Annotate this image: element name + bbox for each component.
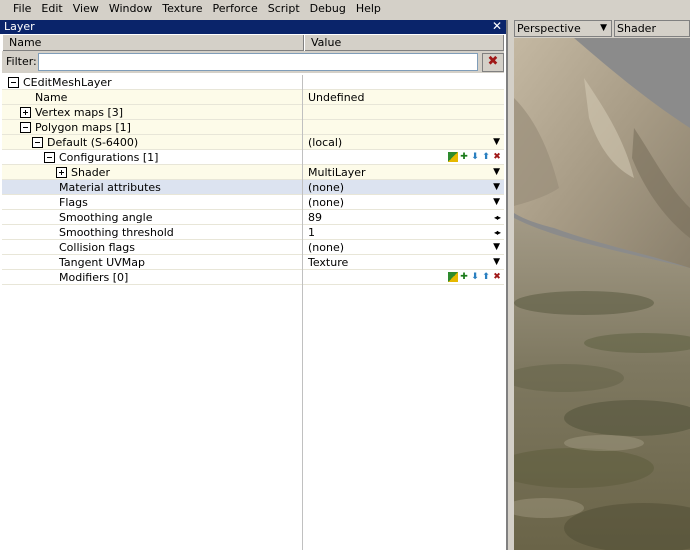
tree-row-smoothing-angle[interactable]: Smoothing angle 89 ◂▸	[2, 210, 504, 225]
row-label: Tangent UVMap	[59, 256, 145, 269]
row-label: Polygon maps [1]	[35, 121, 131, 134]
dropdown-arrow-icon[interactable]: ▼	[493, 240, 500, 255]
viewport-scene[interactable]	[514, 38, 690, 550]
row-label: Smoothing threshold	[59, 226, 174, 239]
dropdown-arrow-icon[interactable]: ▼	[493, 135, 500, 150]
row-label: CEditMeshLayer	[23, 76, 112, 89]
clear-filter-button[interactable]: ✖	[482, 53, 504, 72]
spinner-icon[interactable]: ◂▸	[494, 210, 501, 225]
row-label: Name	[35, 91, 68, 104]
viewport-header: Perspective ▼ Shader	[512, 18, 690, 38]
panel-titlebar: Layer ✕	[0, 20, 506, 34]
filter-label: Filter:	[6, 55, 37, 68]
menu-help[interactable]: Help	[351, 0, 386, 18]
material-value[interactable]: (none)	[308, 180, 344, 195]
filter-row: Filter: ✖	[2, 51, 504, 73]
default-map-value[interactable]: (local)	[308, 135, 342, 150]
dropdown-arrow-icon[interactable]: ▼	[493, 195, 500, 210]
tree-row-root[interactable]: CEditMeshLayer	[2, 75, 504, 90]
move-down-icon[interactable]: ⬇	[470, 272, 480, 282]
expand-icon[interactable]	[20, 107, 31, 118]
terrain-render	[514, 38, 690, 550]
add-icon[interactable]: ✚	[459, 152, 469, 162]
tree-row-collision-flags[interactable]: Collision flags (none) ▼	[2, 240, 504, 255]
tangent-uvmap-value[interactable]: Texture	[308, 255, 348, 270]
tree-row-smoothing-threshold[interactable]: Smoothing threshold 1 ◂▸	[2, 225, 504, 240]
tree-row-default-map[interactable]: Default (S-6400) (local) ▼	[2, 135, 504, 150]
delete-icon[interactable]: ✖	[492, 152, 502, 162]
smoothing-angle-value[interactable]: 89	[308, 210, 322, 225]
panel-title: Layer	[4, 20, 35, 33]
expand-icon[interactable]	[56, 167, 67, 178]
menu-perforce[interactable]: Perforce	[208, 0, 263, 18]
dropdown-arrow-icon[interactable]: ▼	[493, 165, 500, 180]
array-tools: ✚ ⬇ ⬆ ✖	[448, 152, 502, 163]
copy-icon[interactable]	[448, 272, 458, 282]
row-label: Modifiers [0]	[59, 271, 129, 284]
row-label: Material attributes	[59, 181, 161, 194]
row-label: Configurations [1]	[59, 151, 159, 164]
row-label: Smoothing angle	[59, 211, 153, 224]
tree-row-name[interactable]: Name Undefined	[2, 90, 504, 105]
add-icon[interactable]: ✚	[459, 272, 469, 282]
menubar: File Edit View Window Texture Perforce S…	[0, 0, 690, 18]
property-tree: CEditMeshLayer Name Undefined Vertex map…	[2, 75, 504, 550]
render-mode-select[interactable]: Shader	[614, 20, 690, 37]
filter-input[interactable]	[38, 53, 478, 71]
dropdown-arrow-icon[interactable]: ▼	[493, 180, 500, 195]
menu-script[interactable]: Script	[263, 0, 305, 18]
camera-select[interactable]: Perspective ▼	[514, 20, 612, 37]
tree-row-material-attributes[interactable]: Material attributes (none) ▼	[2, 180, 504, 195]
tree-row-vertex-maps[interactable]: Vertex maps [3]	[2, 105, 504, 120]
viewport-panel: Perspective ▼ Shader	[512, 18, 690, 550]
menu-file[interactable]: File	[8, 0, 36, 18]
menu-edit[interactable]: Edit	[36, 0, 67, 18]
move-down-icon[interactable]: ⬇	[470, 152, 480, 162]
collapse-icon[interactable]	[8, 77, 19, 88]
close-icon[interactable]: ✕	[492, 20, 502, 34]
move-up-icon[interactable]: ⬆	[481, 272, 491, 282]
tree-row-configurations[interactable]: Configurations [1] ✚ ⬇ ⬆ ✖	[2, 150, 504, 165]
column-divider	[302, 75, 303, 550]
column-value-header[interactable]: Value	[304, 35, 504, 51]
tree-row-shader[interactable]: Shader MultiLayer ▼	[2, 165, 504, 180]
column-name-header[interactable]: Name	[2, 35, 304, 51]
move-up-icon[interactable]: ⬆	[481, 152, 491, 162]
collapse-icon[interactable]	[44, 152, 55, 163]
array-tools: ✚ ⬇ ⬆ ✖	[448, 272, 502, 283]
menu-window[interactable]: Window	[104, 0, 157, 18]
camera-select-value: Perspective	[517, 22, 581, 35]
dropdown-arrow-icon: ▼	[600, 23, 607, 33]
row-label: Vertex maps [3]	[35, 106, 124, 119]
flags-value[interactable]: (none)	[308, 195, 344, 210]
menu-view[interactable]: View	[68, 0, 104, 18]
tree-row-modifiers[interactable]: Modifiers [0] ✚ ⬇ ⬆ ✖	[2, 270, 504, 285]
collapse-icon[interactable]	[32, 137, 43, 148]
row-label: Flags	[59, 196, 88, 209]
copy-icon[interactable]	[448, 152, 458, 162]
tree-row-polygon-maps[interactable]: Polygon maps [1]	[2, 120, 504, 135]
tree-row-tangent-uvmap[interactable]: Tangent UVMap Texture ▼	[2, 255, 504, 270]
tree-row-flags[interactable]: Flags (none) ▼	[2, 195, 504, 210]
row-label: Collision flags	[59, 241, 135, 254]
smoothing-threshold-value[interactable]: 1	[308, 225, 315, 240]
collision-flags-value[interactable]: (none)	[308, 240, 344, 255]
name-value[interactable]: Undefined	[308, 90, 364, 105]
collapse-icon[interactable]	[20, 122, 31, 133]
delete-icon[interactable]: ✖	[492, 272, 502, 282]
shader-value[interactable]: MultiLayer	[308, 165, 366, 180]
spinner-icon[interactable]: ◂▸	[494, 225, 501, 240]
menu-texture[interactable]: Texture	[157, 0, 207, 18]
row-label: Default (S-6400)	[47, 136, 139, 149]
layer-panel: Layer ✕ Name Value Filter: ✖ CEditMeshLa…	[0, 20, 508, 550]
menu-debug[interactable]: Debug	[305, 0, 351, 18]
dropdown-arrow-icon[interactable]: ▼	[493, 255, 500, 270]
column-header: Name Value	[2, 35, 504, 51]
row-label: Shader	[71, 166, 110, 179]
